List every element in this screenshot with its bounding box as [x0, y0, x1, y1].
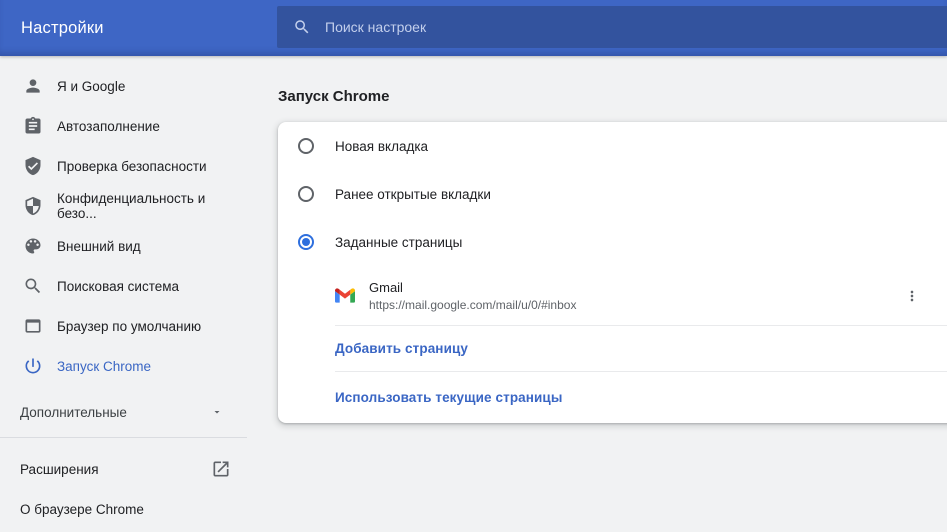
advanced-toggle[interactable]: Дополнительные	[0, 392, 247, 432]
clipboard-icon	[23, 116, 43, 136]
startup-page-row[interactable]: Gmail https://mail.google.com/mail/u/0/#…	[278, 266, 947, 325]
radio-option-open-specific-pages[interactable]: Заданные страницы	[278, 218, 947, 266]
sidebar-item-label: Запуск Chrome	[57, 359, 151, 374]
add-page-label: Добавить страницу	[335, 341, 468, 356]
sidebar-item-label: Я и Google	[57, 79, 125, 94]
sidebar-item-privacy-and-security[interactable]: Конфиденциальность и безо...	[0, 186, 247, 226]
extensions-label: Расширения	[20, 462, 99, 477]
sidebar-item-about-chrome[interactable]: О браузере Chrome	[0, 489, 247, 529]
sidebar-divider	[0, 437, 247, 438]
sidebar-item-appearance[interactable]: Внешний вид	[0, 226, 247, 266]
sidebar-item-label: Конфиденциальность и безо...	[57, 191, 247, 221]
search-icon	[293, 18, 311, 36]
palette-icon	[23, 236, 43, 256]
sidebar-item-on-startup[interactable]: Запуск Chrome	[0, 346, 247, 386]
about-label: О браузере Chrome	[20, 502, 144, 517]
magnifier-icon	[23, 276, 43, 296]
sidebar-item-search-engine[interactable]: Поисковая система	[0, 266, 247, 306]
page-more-actions-button[interactable]	[898, 282, 926, 310]
sidebar-item-label: Проверка безопасности	[57, 159, 207, 174]
power-icon	[23, 356, 43, 376]
browser-window-icon	[23, 316, 43, 336]
radio-option-new-tab[interactable]: Новая вкладка	[278, 122, 947, 170]
sidebar-item-safety-check[interactable]: Проверка безопасности	[0, 146, 247, 186]
person-icon	[23, 76, 43, 96]
open-in-new-icon	[211, 459, 231, 479]
radio-label: Ранее открытые вкладки	[335, 187, 491, 202]
advanced-label: Дополнительные	[20, 405, 127, 420]
radio-button-selected[interactable]	[298, 234, 314, 250]
section-title: Запуск Chrome	[278, 80, 389, 112]
startup-settings-card: Новая вкладка Ранее открытые вкладки Зад…	[278, 122, 947, 423]
sidebar-item-label: Браузер по умолчанию	[57, 319, 201, 334]
radio-label: Новая вкладка	[335, 139, 428, 154]
use-current-pages-label: Использовать текущие страницы	[335, 390, 562, 405]
settings-sidebar: Я и Google Автозаполнение Проверка безоп…	[0, 56, 247, 532]
page-title: Настройки	[21, 0, 104, 56]
shield-half-icon	[23, 196, 43, 216]
sidebar-item-label: Поисковая система	[57, 279, 179, 294]
add-page-button[interactable]: Добавить страницу	[278, 326, 947, 371]
use-current-pages-button[interactable]: Использовать текущие страницы	[278, 372, 947, 423]
startup-page-title: Gmail	[369, 280, 576, 295]
radio-button[interactable]	[298, 186, 314, 202]
radio-label: Заданные страницы	[335, 235, 462, 250]
sidebar-item-label: Внешний вид	[57, 239, 141, 254]
sidebar-item-extensions[interactable]: Расширения	[0, 449, 247, 489]
radio-option-continue-where-left-off[interactable]: Ранее открытые вкладки	[278, 170, 947, 218]
settings-search-box[interactable]	[277, 6, 947, 48]
chevron-down-icon	[211, 406, 223, 418]
sidebar-item-you-and-google[interactable]: Я и Google	[0, 66, 247, 106]
radio-button[interactable]	[298, 138, 314, 154]
sidebar-item-default-browser[interactable]: Браузер по умолчанию	[0, 306, 247, 346]
header-toolbar: Настройки	[0, 0, 947, 56]
startup-page-url: https://mail.google.com/mail/u/0/#inbox	[369, 298, 576, 312]
startup-page-info: Gmail https://mail.google.com/mail/u/0/#…	[369, 280, 576, 312]
shield-check-icon	[23, 156, 43, 176]
kebab-menu-icon	[904, 288, 920, 304]
sidebar-item-autofill[interactable]: Автозаполнение	[0, 106, 247, 146]
gmail-icon	[335, 288, 355, 303]
sidebar-item-label: Автозаполнение	[57, 119, 160, 134]
search-input[interactable]	[325, 19, 947, 35]
